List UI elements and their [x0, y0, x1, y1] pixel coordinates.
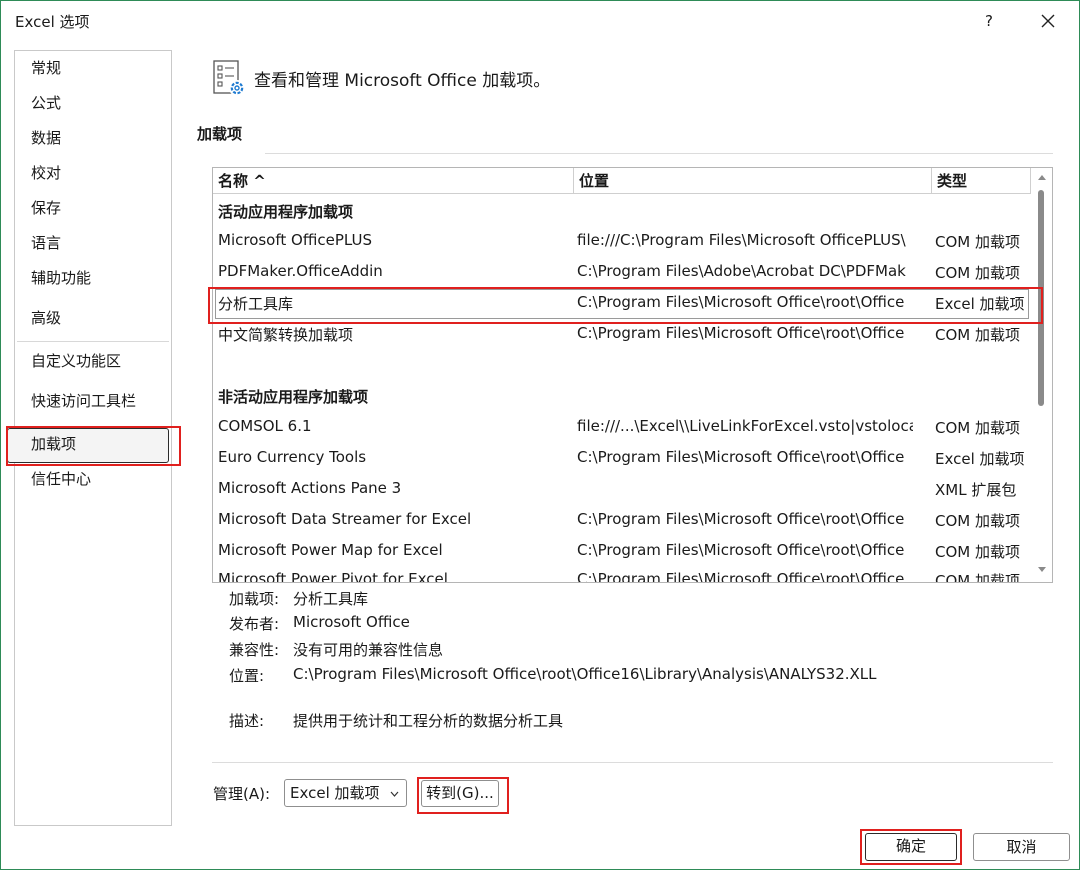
table-row[interactable]: PDFMaker.OfficeAddin C:\Program Files\Ad…: [213, 257, 1031, 287]
cell-location: C:\Program Files\Microsoft Office\root\O…: [577, 324, 905, 342]
group-header-active: 活动应用程序加载项: [218, 203, 354, 221]
column-header-location[interactable]: 位置: [574, 168, 932, 194]
excel-options-dialog: Excel 选项 ? 常规 公式 数据 校对 保存 语言 辅助功能 高级 自定义…: [0, 0, 1080, 870]
cancel-button[interactable]: 取消: [973, 833, 1070, 861]
cell-name: Microsoft OfficePLUS: [218, 231, 372, 249]
cell-type: COM 加载项: [935, 233, 1020, 251]
table-row[interactable]: Microsoft Power Pivot for Excel C:\Progr…: [213, 567, 1031, 583]
nav-item-addins[interactable]: 加载项: [31, 433, 76, 455]
cell-location: C:\Program Files\Microsoft Office\root\O…: [577, 570, 905, 583]
table-row[interactable]: Microsoft Power Map for Excel C:\Program…: [213, 536, 1031, 566]
cell-name: COMSOL 6.1: [218, 417, 312, 435]
table-row[interactable]: Euro Currency Tools C:\Program Files\Mic…: [213, 443, 1031, 473]
addins-manage-icon: [212, 59, 248, 99]
nav-item-advanced[interactable]: 高级: [31, 307, 61, 329]
cell-type: COM 加载项: [935, 512, 1020, 530]
cell-name: 分析工具库: [218, 295, 294, 313]
table-row-selected[interactable]: 分析工具库 C:\Program Files\Microsoft Office\…: [213, 288, 1031, 318]
table-row[interactable]: Microsoft Data Streamer for Excel C:\Pro…: [213, 505, 1031, 535]
window-title: Excel 选项: [15, 13, 90, 31]
nav-item-formulas[interactable]: 公式: [31, 92, 61, 114]
nav-item-save[interactable]: 保存: [31, 197, 61, 219]
cell-type: COM 加载项: [935, 572, 1020, 583]
cell-location: C:\Program Files\Adobe\Acrobat DC\PDFMak: [577, 262, 906, 280]
cell-name: Euro Currency Tools: [218, 448, 367, 466]
detail-label-location: 位置:: [229, 667, 265, 685]
detail-value-location: C:\Program Files\Microsoft Office\root\O…: [293, 665, 877, 683]
detail-value-description: 提供用于统计和工程分析的数据分析工具: [293, 712, 564, 730]
cell-type: Excel 加载项: [935, 295, 1025, 313]
detail-label-compatibility: 兼容性:: [229, 641, 280, 659]
cell-type: COM 加载项: [935, 326, 1020, 344]
nav-item-language[interactable]: 语言: [31, 232, 61, 254]
cell-name: Microsoft Power Pivot for Excel: [218, 570, 448, 583]
cell-location: file:///C:\Program Files\Microsoft Offic…: [577, 231, 906, 249]
detail-label-publisher: 发布者:: [229, 615, 280, 633]
page-heading: 查看和管理 Microsoft Office 加载项。: [254, 71, 551, 91]
scroll-up-icon[interactable]: [1037, 174, 1047, 181]
nav-item-accessibility[interactable]: 辅助功能: [31, 267, 91, 289]
ok-button[interactable]: 确定: [865, 833, 957, 861]
table-row[interactable]: 中文简繁转换加载项 C:\Program Files\Microsoft Off…: [213, 319, 1031, 349]
close-button[interactable]: [1034, 7, 1062, 35]
nav-item-trust-center[interactable]: 信任中心: [31, 468, 91, 490]
close-icon: [1041, 14, 1055, 28]
manage-label: 管理(A):: [213, 785, 271, 803]
cell-name: Microsoft Data Streamer for Excel: [218, 510, 472, 528]
table-row[interactable]: Microsoft OfficePLUS file:///C:\Program …: [213, 226, 1031, 256]
column-header-name[interactable]: 名称 ^: [213, 168, 574, 194]
group-header-inactive: 非活动应用程序加载项: [218, 388, 369, 406]
nav-item-customize-ribbon[interactable]: 自定义功能区: [31, 350, 121, 372]
detail-value-addin: 分析工具库: [293, 590, 369, 608]
cell-type: COM 加载项: [935, 543, 1020, 561]
addins-list: 名称 ^ 位置 类型 活动应用程序加载项 Microsoft OfficePLU…: [212, 167, 1053, 583]
section-title-addins: 加载项: [197, 125, 243, 143]
detail-label-addin: 加载项:: [229, 590, 280, 608]
section-divider: [265, 153, 1053, 154]
nav-item-quick-access-toolbar[interactable]: 快速访问工具栏: [31, 390, 136, 412]
cell-location: C:\Program Files\Microsoft Office\root\O…: [577, 541, 905, 559]
cell-type: COM 加载项: [935, 264, 1020, 282]
help-button[interactable]: ?: [977, 7, 1001, 35]
cell-location: C:\Program Files\Microsoft Office\root\O…: [577, 448, 905, 466]
chevron-down-icon: [390, 791, 399, 797]
scroll-down-icon[interactable]: [1037, 566, 1047, 573]
vertical-scrollbar[interactable]: [1032, 168, 1052, 582]
cell-name: PDFMaker.OfficeAddin: [218, 262, 383, 280]
nav-item-proofing[interactable]: 校对: [31, 162, 61, 184]
nav-item-general[interactable]: 常规: [31, 57, 61, 79]
nav-item-data[interactable]: 数据: [31, 127, 61, 149]
detail-value-publisher: Microsoft Office: [293, 613, 410, 631]
manage-dropdown-value: Excel 加载项: [290, 784, 380, 802]
cell-type: XML 扩展包: [935, 481, 1017, 499]
manage-dropdown[interactable]: Excel 加载项: [284, 779, 407, 807]
cell-type: Excel 加载项: [935, 450, 1025, 468]
scrollbar-thumb[interactable]: [1038, 190, 1044, 406]
detail-value-compatibility: 没有可用的兼容性信息: [293, 641, 444, 659]
cell-name: Microsoft Actions Pane 3: [218, 479, 402, 497]
bottom-divider: [212, 762, 1053, 763]
cell-name: 中文简繁转换加载项: [218, 326, 354, 344]
table-row[interactable]: Microsoft Actions Pane 3 XML 扩展包: [213, 474, 1031, 504]
cell-location: C:\Program Files\Microsoft Office\root\O…: [577, 293, 905, 311]
nav-divider: [17, 341, 169, 342]
cell-location: file:///...\Excel\\LiveLinkForExcel.vsto…: [577, 417, 913, 435]
go-button[interactable]: 转到(G)...: [421, 780, 499, 807]
column-header-type[interactable]: 类型: [932, 168, 1031, 194]
cell-type: COM 加载项: [935, 419, 1020, 437]
table-row[interactable]: COMSOL 6.1 file:///...\Excel\\LiveLinkFo…: [213, 412, 1031, 442]
detail-label-description: 描述:: [229, 712, 265, 730]
cell-location: C:\Program Files\Microsoft Office\root\O…: [577, 510, 905, 528]
cell-name: Microsoft Power Map for Excel: [218, 541, 443, 559]
